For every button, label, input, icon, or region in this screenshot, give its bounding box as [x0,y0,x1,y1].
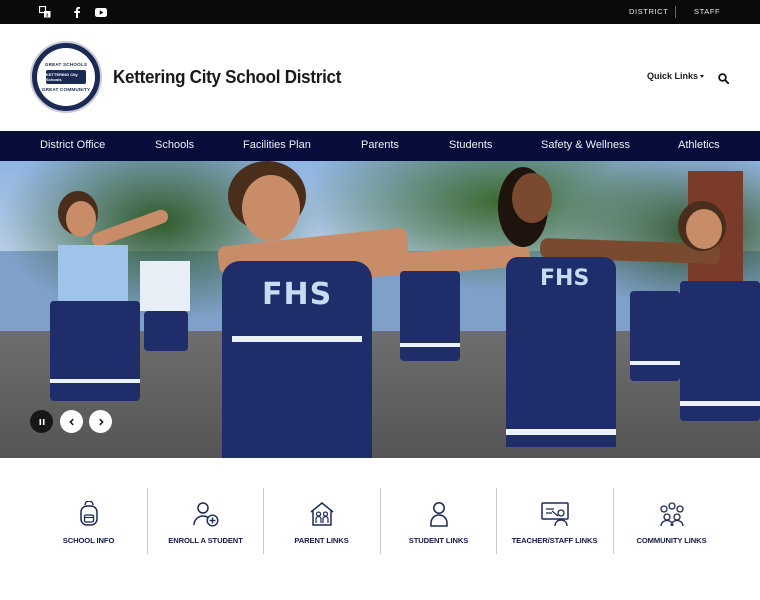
pause-button[interactable] [30,410,53,433]
quick-links-label: Quick Links [647,71,699,81]
translate-icon[interactable]: a [38,5,52,19]
logo-badge-text: KETTERING City Schools [46,72,78,82]
hero-right-stripe [506,429,616,435]
hero-figure-stripe [50,379,140,383]
quick-link-tiles: SCHOOL INFO ENROLL A STUDENT PARENT LINK… [30,488,730,554]
district-link[interactable]: DISTRICT [629,7,668,16]
nav-parents[interactable]: Parents [361,139,399,151]
quick-links-dropdown[interactable]: Quick Links [647,71,705,81]
main-nav: District Office Schools Facilities Plan … [0,131,760,161]
staff-link[interactable]: STAFF [694,7,720,16]
tile-label: TEACHER/STAFF LINKS [511,536,598,545]
add-user-icon [191,500,221,528]
previous-slide-button[interactable] [60,410,83,433]
pause-icon [39,418,44,425]
utility-bar: a DISTRICT STAFF [0,0,760,24]
search-icon[interactable] [718,71,730,85]
presenter-icon [540,500,570,528]
hero-figure-top [58,245,128,305]
tile-label: COMMUNITY LINKS [636,536,707,545]
site-header: GREAT SCHOOLS KETTERING City Schools GRE… [0,24,760,131]
utility-divider [675,6,676,18]
hero-mid-right-stripe [630,361,680,365]
tile-label: PARENT LINKS [294,536,349,545]
hero-far-right-stripe [680,401,760,406]
logo-seal: GREAT SCHOOLS KETTERING City Schools GRE… [37,48,95,106]
hero-figure-face [66,201,96,237]
logo-top-text: GREAT SCHOOLS [44,62,88,67]
hero-far-right-uniform [680,281,760,421]
nav-district-office[interactable]: District Office [40,139,105,151]
hero-figure-skirt [50,301,140,401]
uniform-fhs-text-2: FHS [540,266,590,291]
site-title[interactable]: Kettering City School District [113,66,341,88]
tile-enroll-a-student[interactable]: ENROLL A STUDENT [147,488,264,554]
hero-slideshow: FHS FHS [0,161,760,458]
community-icon [657,500,687,528]
tile-parent-links[interactable]: PARENT LINKS [263,488,380,554]
hero-mid-uniform [400,271,460,361]
hero-bg-figure [140,261,190,311]
nav-schools[interactable]: Schools [155,139,194,151]
chevron-left-icon [68,418,74,425]
tile-student-links[interactable]: STUDENT LINKS [380,488,497,554]
hero-right-face [512,173,552,223]
nav-students[interactable]: Students [449,139,492,151]
hero-mid-stripe [400,343,460,347]
youtube-icon[interactable] [94,5,108,19]
backpack-icon [74,500,104,528]
tile-label: SCHOOL INFO [62,536,115,545]
tile-community-links[interactable]: COMMUNITY LINKS [613,488,730,554]
hero-main-face [242,175,300,241]
uniform-fhs-text: FHS [262,277,333,312]
hero-far-right-face [686,209,722,249]
logo-bottom-text: GREAT COMMUNITY [41,87,91,92]
hero-main-stripe [232,336,362,342]
tile-school-info[interactable]: SCHOOL INFO [30,488,147,554]
nav-facilities-plan[interactable]: Facilities Plan [243,139,311,151]
tile-label: STUDENT LINKS [408,536,469,545]
tile-teacher-staff-links[interactable]: TEACHER/STAFF LINKS [496,488,613,554]
tile-label: ENROLL A STUDENT [168,536,243,545]
district-logo[interactable]: GREAT SCHOOLS KETTERING City Schools GRE… [30,41,102,113]
nav-safety-wellness[interactable]: Safety & Wellness [541,139,630,151]
logo-badge: KETTERING City Schools [46,70,86,84]
family-home-icon [307,500,337,528]
next-slide-button[interactable] [89,410,112,433]
facebook-icon[interactable] [70,5,84,19]
chevron-right-icon [98,418,104,425]
caret-down-icon [700,75,705,79]
hero-mid-right-uniform [630,291,680,381]
nav-athletics[interactable]: Athletics [678,139,720,151]
student-icon [424,500,454,528]
svg-text:a: a [46,13,49,19]
hero-bg-figure-shorts [144,311,188,351]
